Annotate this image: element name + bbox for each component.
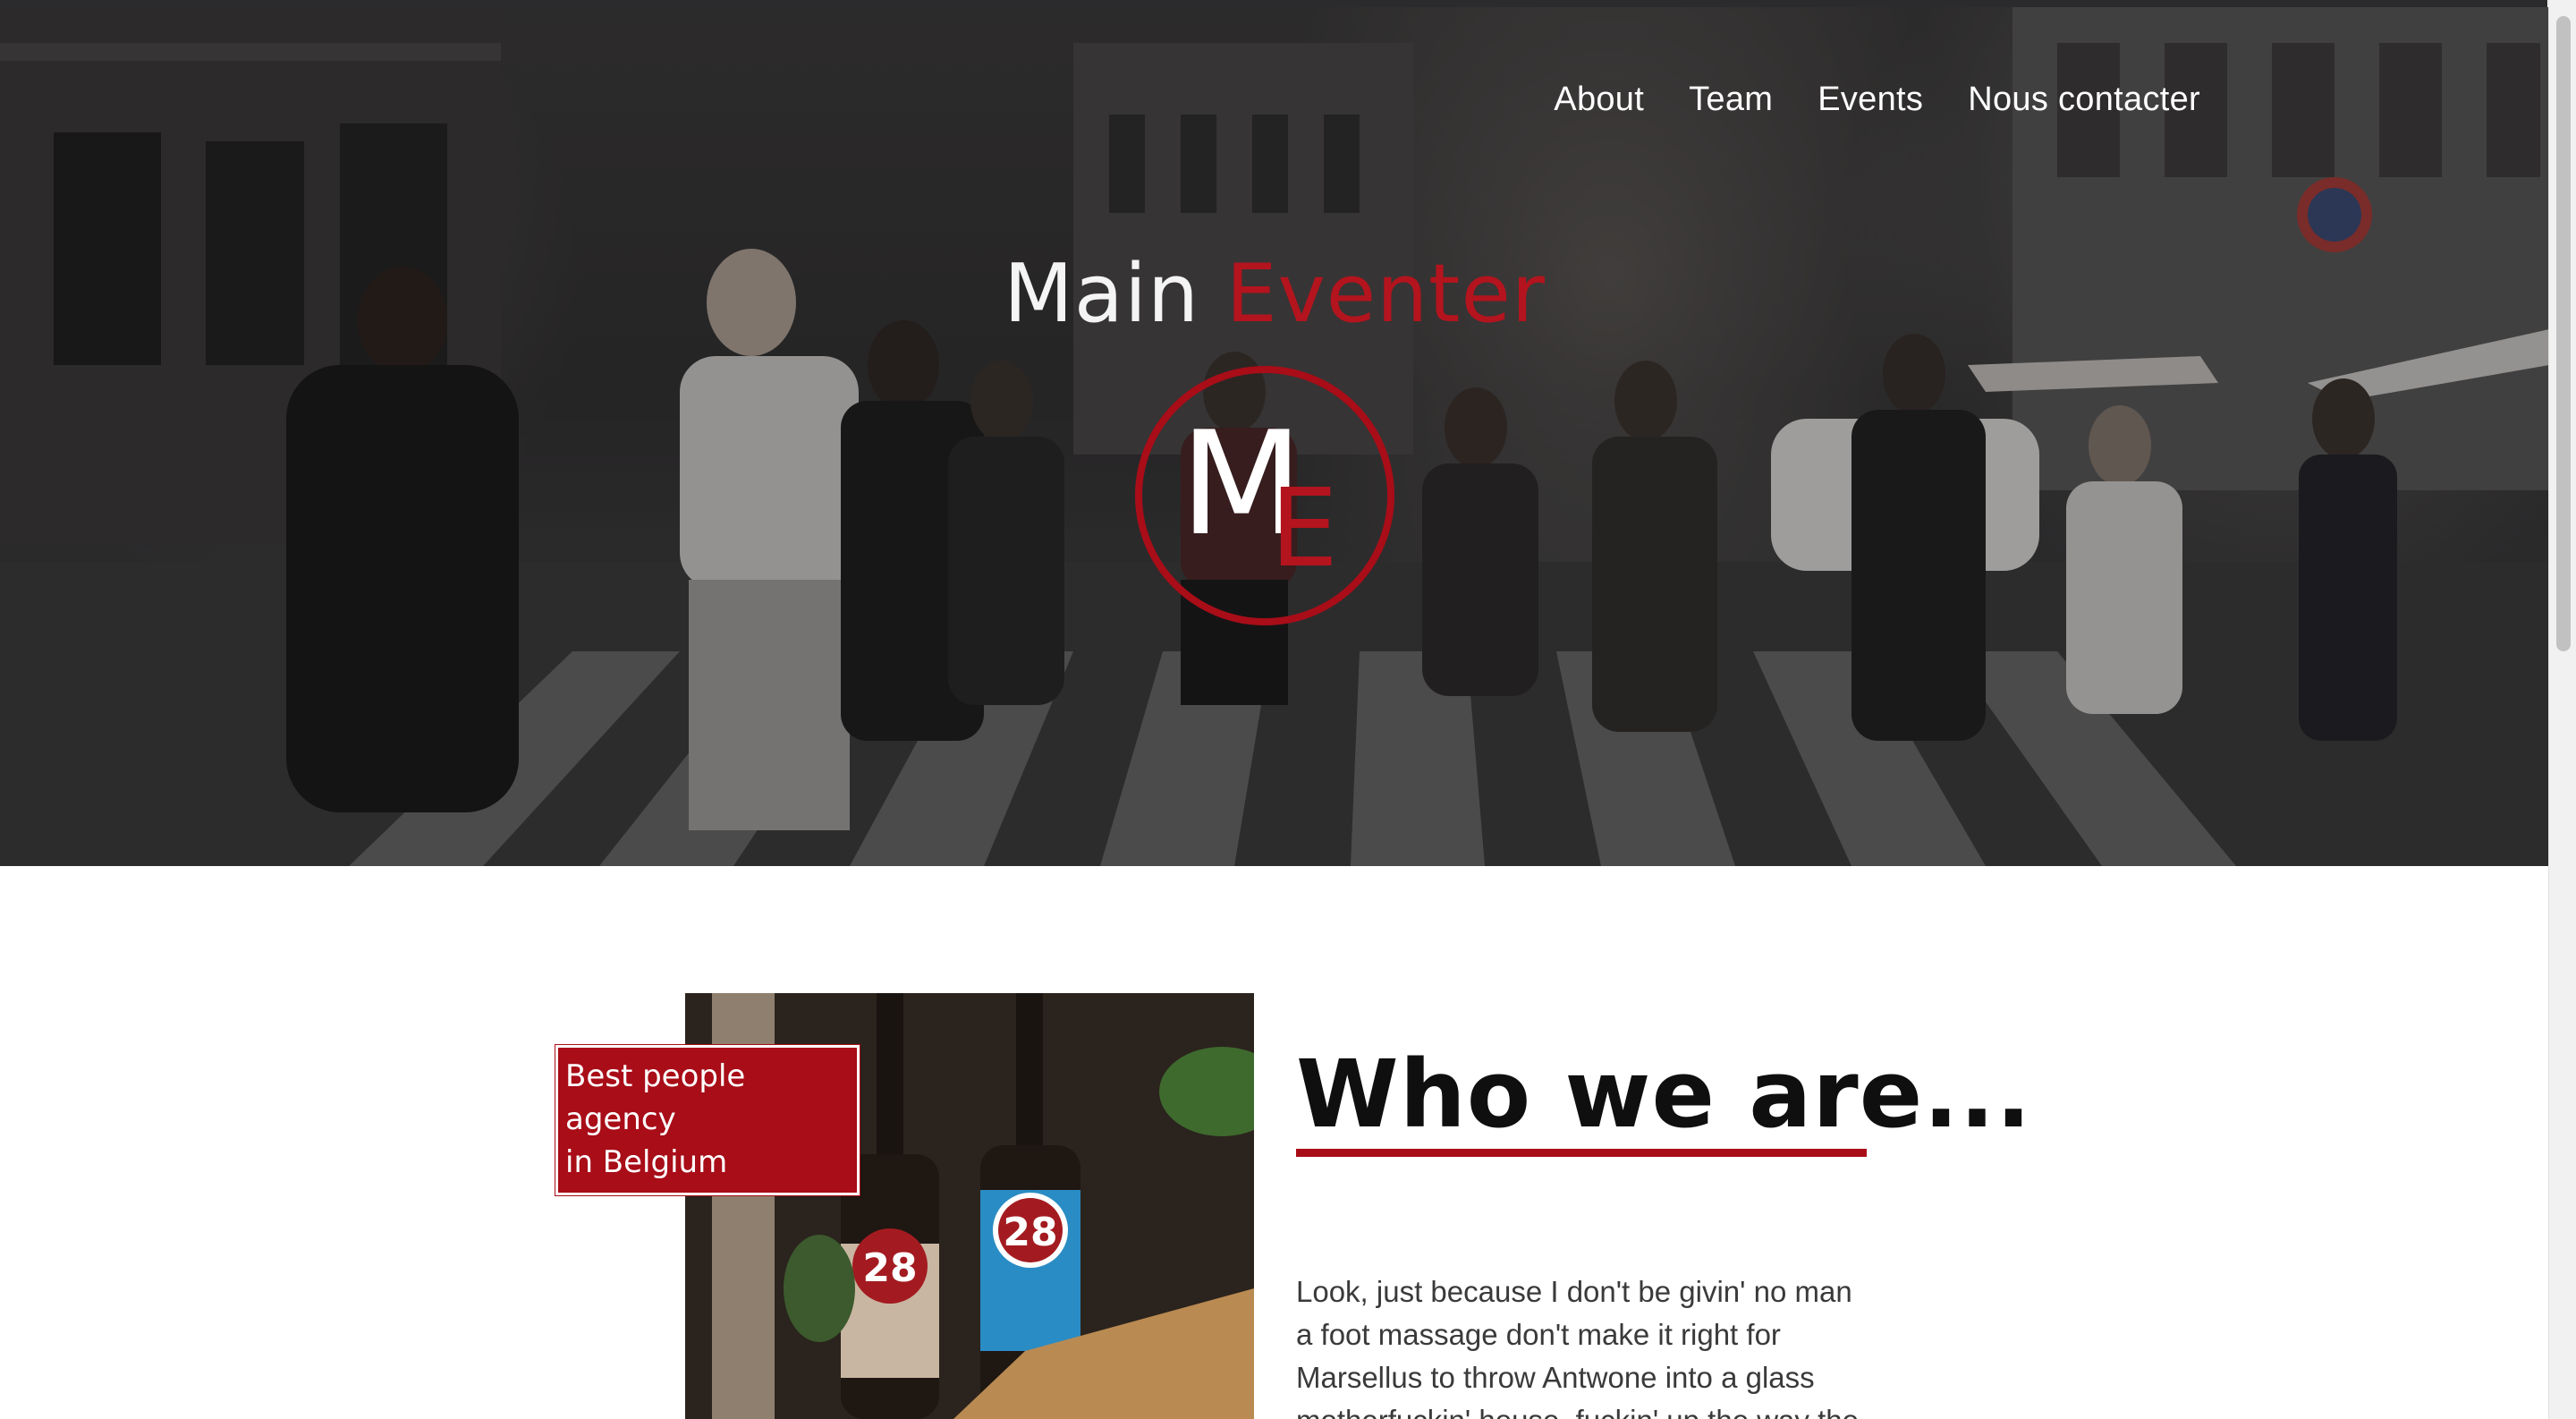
bottle2-label-number: 28 (1003, 1210, 1057, 1255)
about-heading-underline (1296, 1149, 1867, 1157)
bottle1-label-number: 28 (862, 1245, 917, 1291)
nav-link-events[interactable]: Events (1818, 81, 1923, 119)
browser-top-edge (0, 0, 2547, 7)
hero-section: About Team Events Nous contacter Main Ev… (0, 7, 2549, 866)
nav-link-about[interactable]: About (1554, 81, 1644, 119)
brand-word-eventer: Eventer (1225, 247, 1546, 341)
badge-line-1: Best people agency (565, 1058, 746, 1137)
scrollbar-thumb[interactable] (2556, 16, 2571, 651)
about-body-text: Look, just because I don't be givin' no … (1296, 1275, 1859, 1419)
badge-line-2: in Belgium (565, 1144, 728, 1180)
brand-logo-icon: M E (1135, 366, 1394, 625)
best-agency-badge: Best people agency in Belgium (555, 1045, 860, 1195)
brand-word-main: Main (1004, 247, 1200, 341)
about-heading: Who we are... (1296, 1040, 2032, 1149)
main-nav: About Team Events Nous contacter (1554, 81, 2200, 119)
nav-link-contact[interactable]: Nous contacter (1968, 81, 2200, 119)
page: About Team Events Nous contacter Main Ev… (0, 0, 2576, 1419)
brand-title: Main Eventer (0, 247, 2549, 341)
logo-letter-e: E (1270, 467, 1338, 591)
page-scrollbar[interactable] (2548, 0, 2576, 1419)
nav-link-team[interactable]: Team (1689, 81, 1773, 119)
